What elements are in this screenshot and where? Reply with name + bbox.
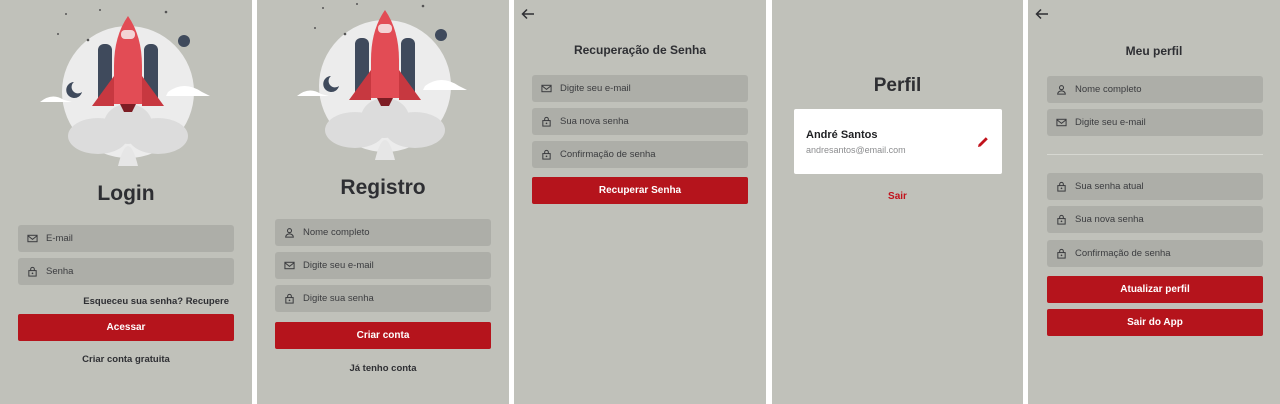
page-title: Recuperação de Senha bbox=[573, 43, 707, 57]
user-email: andresantos@email.com bbox=[806, 145, 906, 155]
password-field[interactable]: Senha bbox=[18, 258, 234, 285]
have-account-link[interactable]: Já tenho conta bbox=[257, 363, 509, 374]
email-field[interactable]: Digite seu e-mail bbox=[532, 75, 748, 102]
confirm-password-field-placeholder: Confirmação de senha bbox=[560, 149, 656, 160]
new-password-field[interactable]: Sua nova senha bbox=[1047, 206, 1263, 233]
name-field[interactable]: Nome completo bbox=[1047, 76, 1263, 103]
new-password-field[interactable]: Sua nova senha bbox=[532, 108, 748, 135]
email-field-placeholder: Digite seu e-mail bbox=[303, 260, 374, 271]
user-card: André Santos andresantos@email.com bbox=[794, 109, 1002, 174]
lock-icon bbox=[532, 141, 560, 168]
exit-app-button[interactable]: Sair do App bbox=[1047, 309, 1263, 336]
edit-profile-screen: Meu perfil Nome completo Digite seu e-ma… bbox=[1028, 0, 1280, 404]
rocket-illustration bbox=[297, 3, 467, 160]
current-password-field[interactable]: Sua senha atual bbox=[1047, 173, 1263, 200]
create-account-link[interactable]: Criar conta gratuita bbox=[0, 354, 252, 365]
lock-icon bbox=[532, 108, 560, 135]
logout-link[interactable]: Sair bbox=[772, 191, 1023, 202]
name-field-placeholder: Nome completo bbox=[1075, 84, 1142, 95]
page-title: Perfil bbox=[873, 75, 922, 96]
update-profile-button[interactable]: Atualizar perfil bbox=[1047, 276, 1263, 303]
envelope-icon bbox=[1047, 109, 1075, 136]
person-icon bbox=[275, 219, 303, 246]
lock-icon bbox=[1047, 173, 1075, 200]
page-title: Registro bbox=[340, 176, 426, 199]
pencil-icon[interactable] bbox=[976, 135, 990, 149]
confirm-password-field[interactable]: Confirmação de senha bbox=[1047, 240, 1263, 267]
email-field[interactable]: E-mail bbox=[18, 225, 234, 252]
person-icon bbox=[1047, 76, 1075, 103]
envelope-icon bbox=[18, 225, 46, 252]
forgot-password-link[interactable]: Esqueceu sua senha? Recupere bbox=[83, 296, 229, 307]
arrow-left-icon[interactable] bbox=[1034, 6, 1050, 22]
login-screen: Login E-mail Senha Esqueceu sua senha? R… bbox=[0, 0, 252, 404]
recover-password-button[interactable]: Recuperar Senha bbox=[532, 177, 748, 204]
envelope-icon bbox=[275, 252, 303, 279]
password-field-placeholder: Digite sua senha bbox=[303, 293, 374, 304]
confirm-password-field[interactable]: Confirmação de senha bbox=[532, 141, 748, 168]
arrow-left-icon[interactable] bbox=[520, 6, 536, 22]
current-password-field-placeholder: Sua senha atual bbox=[1075, 181, 1144, 192]
rocket-illustration bbox=[40, 9, 210, 166]
email-field[interactable]: Digite seu e-mail bbox=[275, 252, 491, 279]
email-field-placeholder: E-mail bbox=[46, 233, 73, 244]
name-field[interactable]: Nome completo bbox=[275, 219, 491, 246]
email-field[interactable]: Digite seu e-mail bbox=[1047, 109, 1263, 136]
name-field-placeholder: Nome completo bbox=[303, 227, 370, 238]
email-field-placeholder: Digite seu e-mail bbox=[1075, 117, 1146, 128]
envelope-icon bbox=[532, 75, 560, 102]
user-name: André Santos bbox=[806, 129, 878, 141]
confirm-password-field-placeholder: Confirmação de senha bbox=[1075, 248, 1171, 259]
register-screen: Registro Nome completo Digite seu e-mail… bbox=[257, 0, 509, 404]
page-title: Login bbox=[97, 182, 155, 205]
lock-icon bbox=[275, 285, 303, 312]
profile-screen: Perfil André Santos andresantos@email.co… bbox=[772, 0, 1023, 404]
new-password-field-placeholder: Sua nova senha bbox=[1075, 214, 1144, 225]
password-field[interactable]: Digite sua senha bbox=[275, 285, 491, 312]
new-password-field-placeholder: Sua nova senha bbox=[560, 116, 629, 127]
lock-icon bbox=[1047, 206, 1075, 233]
email-field-placeholder: Digite seu e-mail bbox=[560, 83, 631, 94]
create-account-button[interactable]: Criar conta bbox=[275, 322, 491, 349]
login-button[interactable]: Acessar bbox=[18, 314, 234, 341]
password-field-placeholder: Senha bbox=[46, 266, 74, 277]
section-divider bbox=[1047, 154, 1263, 155]
password-recovery-screen: Recuperação de Senha Digite seu e-mail S… bbox=[514, 0, 766, 404]
lock-icon bbox=[18, 258, 46, 285]
page-title: Meu perfil bbox=[1125, 44, 1183, 58]
lock-icon bbox=[1047, 240, 1075, 267]
